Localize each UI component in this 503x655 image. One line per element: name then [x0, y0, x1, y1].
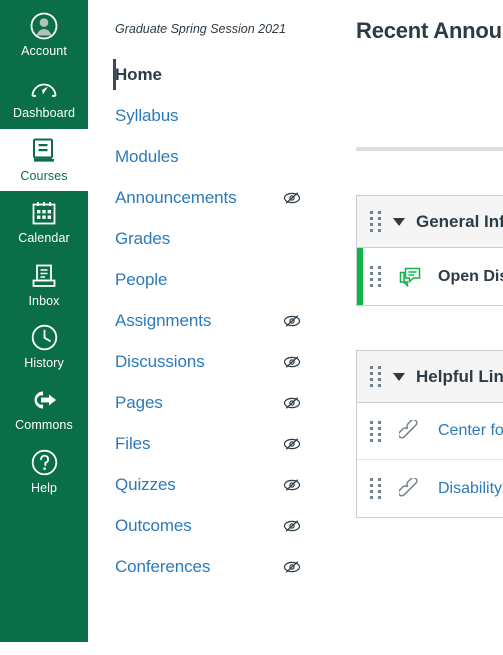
account-avatar-icon: [29, 11, 59, 41]
module-item-title[interactable]: Center for Teaching: [438, 422, 503, 440]
course-nav-link[interactable]: Modules: [115, 147, 179, 167]
module-title: Helpful Links: [416, 366, 503, 386]
discussion-icon: [399, 266, 421, 288]
drag-handle-icon[interactable]: [370, 266, 381, 287]
global-nav-label: Help: [30, 480, 58, 495]
course-nav-link[interactable]: Pages: [115, 393, 163, 413]
commons-arrow-icon: [29, 385, 59, 415]
course-nav-link[interactable]: Announcements: [115, 188, 237, 208]
module-title: General Information: [416, 211, 503, 231]
global-nav-label: Account: [21, 44, 67, 58]
chevron-down-icon[interactable]: [393, 217, 405, 226]
course-nav-list: Home Syllabus Modules Announcements Grad…: [88, 54, 318, 587]
main-content: Recent Announcements General Information: [318, 0, 503, 655]
course-navigation: Graduate Spring Session 2021 Home Syllab…: [88, 0, 318, 655]
eye-slash-hidden-icon[interactable]: [282, 352, 302, 372]
history-clock-icon: [29, 323, 59, 353]
module-header[interactable]: Helpful Links: [357, 351, 503, 403]
global-nav-item-account[interactable]: Account: [0, 4, 88, 66]
chevron-down-icon[interactable]: [393, 372, 405, 381]
module-item[interactable]: Center for Teaching: [357, 403, 503, 460]
drag-handle-icon[interactable]: [370, 366, 381, 387]
course-nav-item-grades[interactable]: Grades: [88, 218, 318, 259]
course-nav-item-outcomes[interactable]: Outcomes: [88, 505, 318, 546]
course-nav-item-files[interactable]: Files: [88, 423, 318, 464]
title-divider: [356, 147, 503, 151]
global-nav-label: Commons: [15, 418, 73, 433]
course-term-label: Graduate Spring Session 2021: [115, 22, 286, 36]
course-nav-item-pages[interactable]: Pages: [88, 382, 318, 423]
course-nav-link[interactable]: Discussions: [115, 352, 205, 372]
course-nav-item-people[interactable]: People: [88, 259, 318, 300]
course-nav-link[interactable]: Outcomes: [115, 516, 192, 536]
global-nav-label: Calendar: [18, 231, 70, 246]
inbox-tray-icon: [29, 261, 59, 291]
global-nav-item-inbox[interactable]: Inbox: [0, 254, 88, 316]
course-nav-item-discussions[interactable]: Discussions: [88, 341, 318, 382]
global-nav-label: History: [24, 355, 64, 370]
drag-handle-icon[interactable]: [370, 478, 381, 499]
course-nav-item-syllabus[interactable]: Syllabus: [88, 95, 318, 136]
drag-handle-icon[interactable]: [370, 420, 381, 442]
eye-slash-hidden-icon[interactable]: [282, 516, 302, 536]
module-item[interactable]: Open Discussion Forum: [357, 248, 503, 305]
course-nav-item-assignments[interactable]: Assignments: [88, 300, 318, 341]
external-link-icon: [399, 420, 421, 442]
module-item-title[interactable]: Disability Resources: [438, 480, 503, 498]
course-nav-item-modules[interactable]: Modules: [88, 136, 318, 177]
global-nav-item-help[interactable]: Help: [0, 441, 88, 503]
global-nav-item-history[interactable]: History: [0, 316, 88, 378]
eye-slash-hidden-icon[interactable]: [282, 475, 302, 495]
global-nav-label: Dashboard: [12, 106, 76, 121]
course-nav-item-conferences[interactable]: Conferences: [88, 546, 318, 587]
global-nav-item-courses[interactable]: Courses: [0, 128, 88, 192]
global-nav-item-dashboard[interactable]: Dashboard: [0, 66, 88, 128]
help-question-icon: [29, 448, 59, 478]
canvas-page: Account Dashboard Courses Calendar Inbox…: [0, 0, 503, 655]
course-nav-link[interactable]: Home: [115, 65, 162, 85]
global-nav-item-commons[interactable]: Commons: [0, 378, 88, 440]
content-inner: Recent Announcements General Information: [318, 0, 503, 518]
course-nav-link[interactable]: Files: [115, 434, 151, 454]
eye-slash-hidden-icon[interactable]: [282, 393, 302, 413]
page-title: Recent Announcements: [356, 18, 503, 43]
eye-slash-hidden-icon[interactable]: [282, 188, 302, 208]
module-helpful-links: Helpful Links Center for Teaching: [356, 350, 503, 518]
course-nav-item-quizzes[interactable]: Quizzes: [88, 464, 318, 505]
course-nav-link[interactable]: Assignments: [115, 311, 211, 331]
eye-slash-hidden-icon[interactable]: [282, 311, 302, 331]
module-general-information: General Information Open Discussion Foru…: [356, 195, 503, 306]
global-nav-item-calendar[interactable]: Calendar: [0, 191, 88, 253]
course-nav-link[interactable]: Conferences: [115, 557, 210, 577]
course-nav-item-announcements[interactable]: Announcements: [88, 177, 318, 218]
courses-book-icon: [29, 136, 59, 166]
course-nav-link[interactable]: Syllabus: [115, 106, 179, 126]
module-item[interactable]: Disability Resources: [357, 460, 503, 517]
module-header[interactable]: General Information: [357, 196, 503, 248]
eye-slash-hidden-icon[interactable]: [282, 434, 302, 454]
global-navigation: Account Dashboard Courses Calendar Inbox…: [0, 0, 88, 642]
module-item-title[interactable]: Open Discussion Forum: [438, 268, 503, 286]
course-nav-item-home[interactable]: Home: [88, 54, 318, 95]
course-nav-link[interactable]: People: [115, 270, 167, 290]
course-nav-link[interactable]: Quizzes: [115, 475, 176, 495]
global-nav-label: Inbox: [28, 293, 60, 308]
calendar-icon: [29, 198, 59, 228]
course-nav-link[interactable]: Grades: [115, 229, 170, 249]
dashboard-gauge-icon: [29, 73, 59, 103]
global-nav-label: Courses: [20, 168, 68, 183]
external-link-icon: [399, 477, 421, 500]
drag-handle-icon[interactable]: [370, 211, 381, 232]
eye-slash-hidden-icon[interactable]: [282, 557, 302, 577]
